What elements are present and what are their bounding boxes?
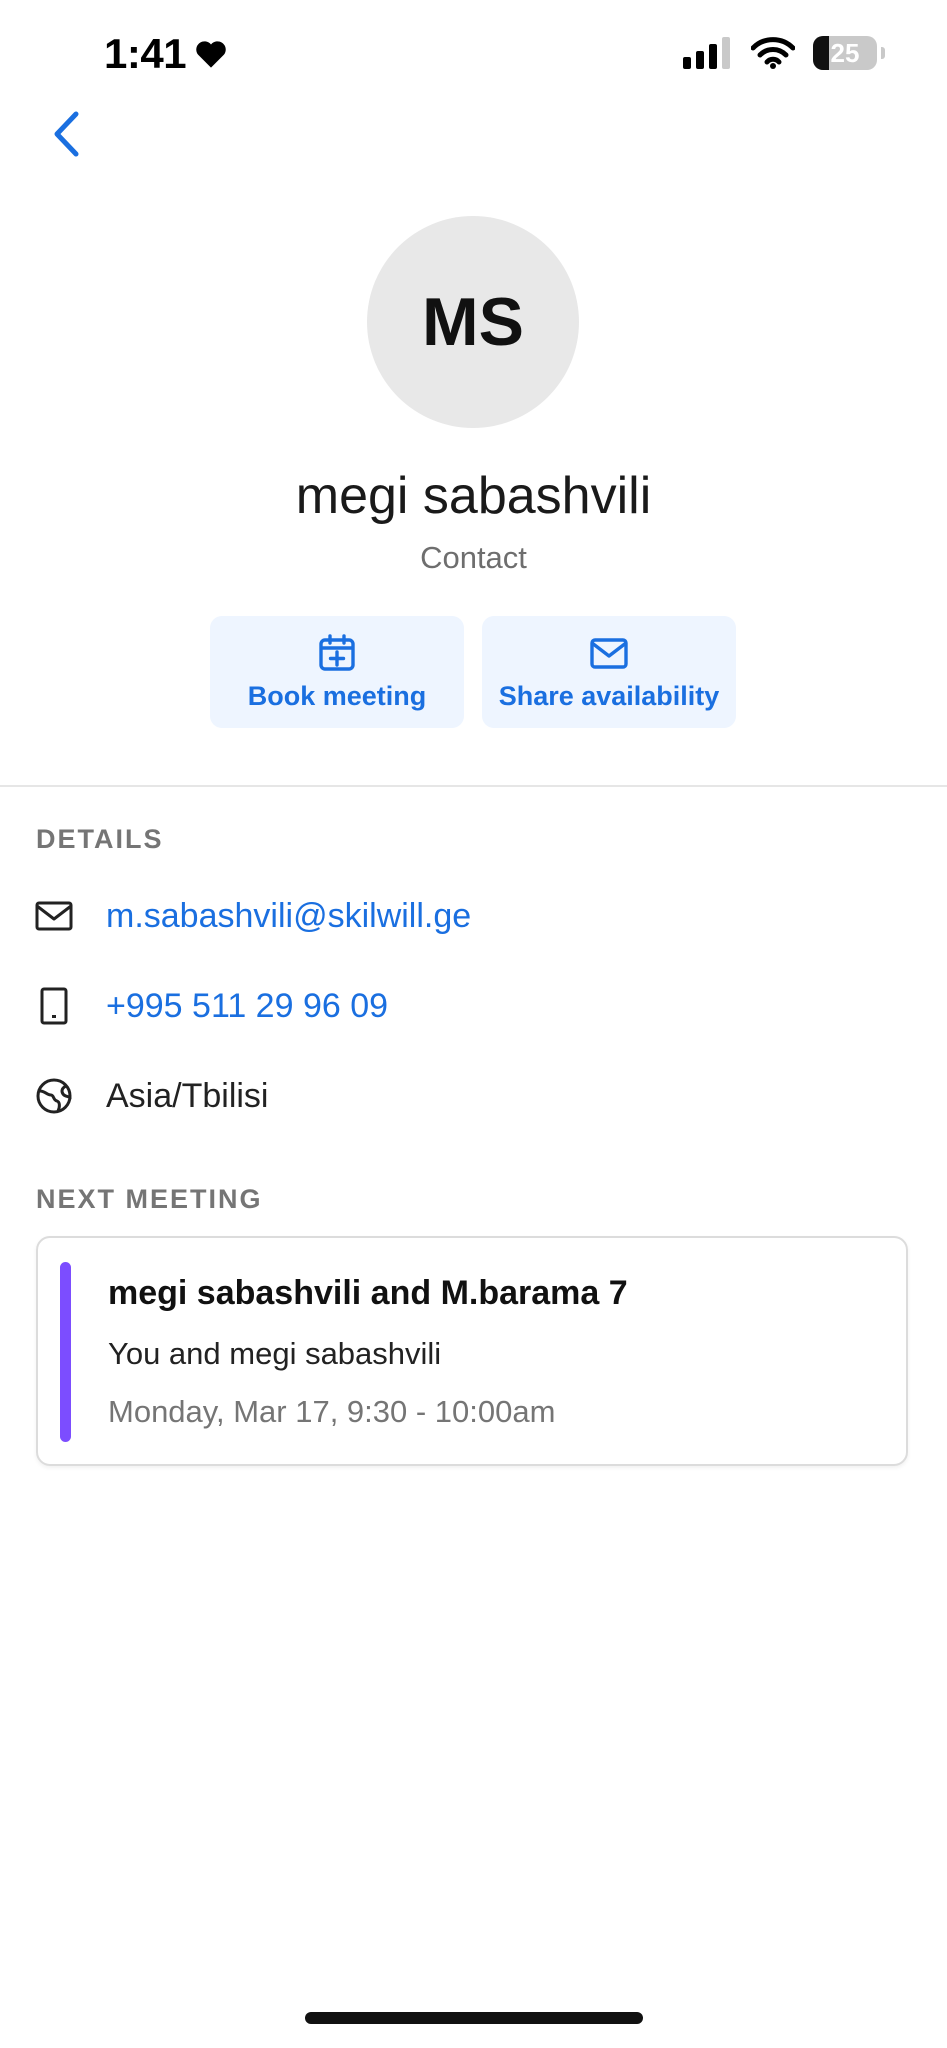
status-time-text: 1:41 [104, 30, 187, 77]
chevron-left-icon [54, 111, 79, 157]
battery-fill [813, 36, 829, 70]
battery-level: 25 [830, 37, 860, 68]
email-link[interactable]: m.sabashvili@skilwill.ge [106, 897, 471, 936]
phone-icon [34, 986, 74, 1026]
timezone-text: Asia/Tbilisi [106, 1076, 269, 1115]
timezone-row: Asia/Tbilisi [34, 1068, 268, 1124]
mail-icon [34, 896, 74, 936]
cellular-signal-icon [683, 37, 730, 69]
share-availability-label: Share availability [498, 680, 720, 711]
phone-link[interactable]: +995 511 29 96 09 [106, 987, 388, 1026]
avatar: MS [367, 216, 579, 428]
meeting-accent-bar [60, 1262, 71, 1442]
calendar-plus-icon [319, 633, 355, 671]
wifi-icon [751, 37, 795, 69]
next-meeting-section-label: NEXT MEETING [36, 1184, 263, 1214]
share-availability-button[interactable]: Share availability [482, 616, 736, 728]
phone-row[interactable]: +995 511 29 96 09 [34, 978, 388, 1034]
battery-icon: 25 [813, 36, 885, 70]
details-section-label: DETAILS [36, 824, 164, 854]
meeting-attendees: You and megi sabashvili [108, 1336, 442, 1371]
book-meeting-button[interactable]: Book meeting [210, 616, 464, 728]
back-button[interactable] [46, 108, 86, 160]
mail-icon [590, 637, 628, 669]
status-indicators: 25 [683, 36, 885, 70]
divider [0, 785, 947, 787]
meeting-time: Monday, Mar 17, 9:30 - 10:00am [108, 1394, 556, 1429]
globe-icon [34, 1076, 74, 1116]
contact-name: megi sabashvili [295, 467, 652, 525]
email-row[interactable]: m.sabashvili@skilwill.ge [34, 888, 471, 944]
status-time: 1:41 [104, 30, 228, 78]
meeting-title: megi sabashvili and M.barama 7 [108, 1274, 628, 1312]
battery-cap [881, 47, 885, 59]
heart-icon [196, 41, 226, 68]
avatar-initials: MS [422, 284, 524, 360]
home-indicator[interactable] [305, 2012, 643, 2024]
book-meeting-label: Book meeting [247, 680, 427, 711]
contact-type: Contact [420, 540, 527, 575]
next-meeting-card[interactable]: megi sabashvili and M.barama 7 You and m… [36, 1236, 908, 1466]
